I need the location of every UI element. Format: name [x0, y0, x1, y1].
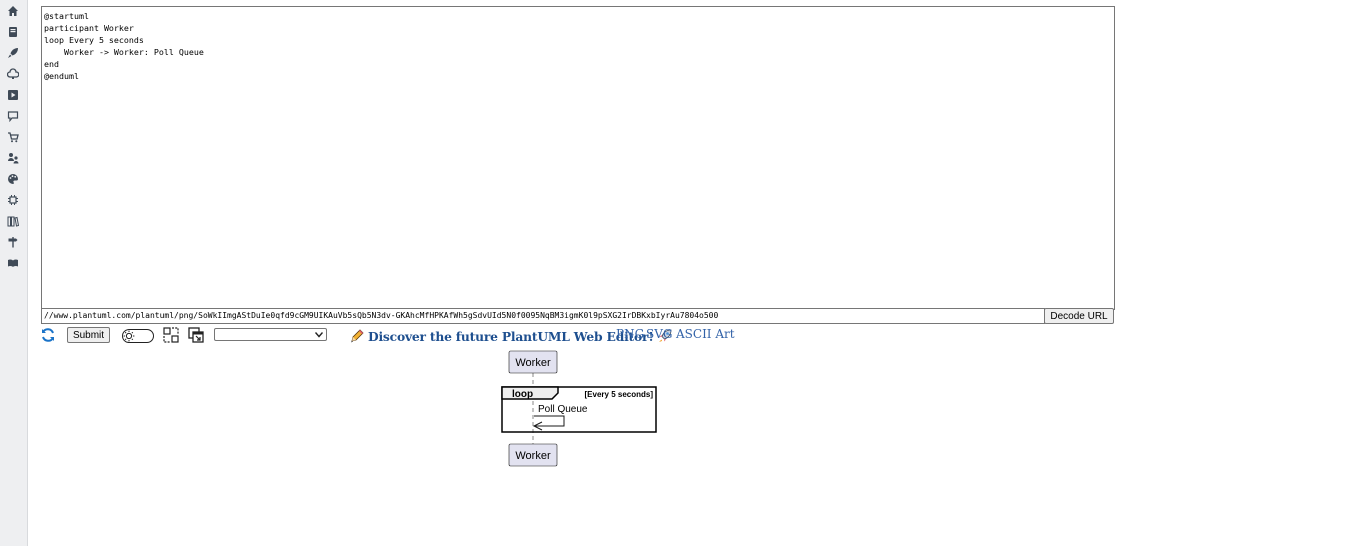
library-icon[interactable] — [7, 215, 19, 227]
users-icon[interactable] — [7, 152, 19, 164]
discover-text: Discover the future PlantUML Web Editor! — [368, 328, 654, 344]
participant-bottom-label: Worker — [515, 450, 551, 462]
home-icon[interactable] — [7, 5, 19, 17]
split-view-icon[interactable] — [163, 327, 179, 343]
theme-toggle[interactable] — [122, 328, 154, 343]
url-input[interactable] — [41, 308, 1045, 324]
submit-button[interactable]: Submit — [67, 327, 110, 343]
png-link[interactable]: PNG — [616, 327, 644, 342]
svg-link[interactable]: SVG — [646, 327, 672, 342]
chevron-down-icon — [315, 332, 323, 338]
open-book-icon[interactable] — [7, 257, 19, 269]
sidebar — [0, 0, 28, 546]
message-label: Poll Queue — [538, 404, 588, 415]
open-window-icon[interactable] — [188, 327, 204, 343]
sequence-diagram: Worker loop [Every 5 seconds] Poll Queue… — [501, 350, 657, 467]
participant-bottom: Worker — [508, 443, 558, 467]
output-select[interactable] — [214, 328, 327, 341]
cloud-icon[interactable] — [7, 68, 19, 80]
pencil-icon — [351, 329, 364, 343]
palette-icon[interactable] — [7, 173, 19, 185]
chip-icon[interactable] — [7, 194, 19, 206]
participant-top: Worker — [508, 350, 558, 374]
ascii-art-link[interactable]: ASCII Art — [676, 327, 735, 342]
loop-keyword: loop — [512, 389, 533, 400]
refresh-icon[interactable] — [40, 327, 56, 343]
signpost-icon[interactable] — [7, 236, 19, 248]
play-icon[interactable] — [7, 89, 19, 101]
decode-url-button[interactable]: Decode URL — [1044, 308, 1114, 324]
rocket-icon[interactable] — [7, 47, 19, 59]
participant-top-label: Worker — [515, 357, 551, 369]
book-icon[interactable] — [7, 26, 19, 38]
loop-condition: [Every 5 seconds] — [585, 390, 654, 399]
chat-icon[interactable] — [7, 110, 19, 122]
cart-icon[interactable] — [7, 131, 19, 143]
source-editor[interactable] — [41, 6, 1115, 310]
